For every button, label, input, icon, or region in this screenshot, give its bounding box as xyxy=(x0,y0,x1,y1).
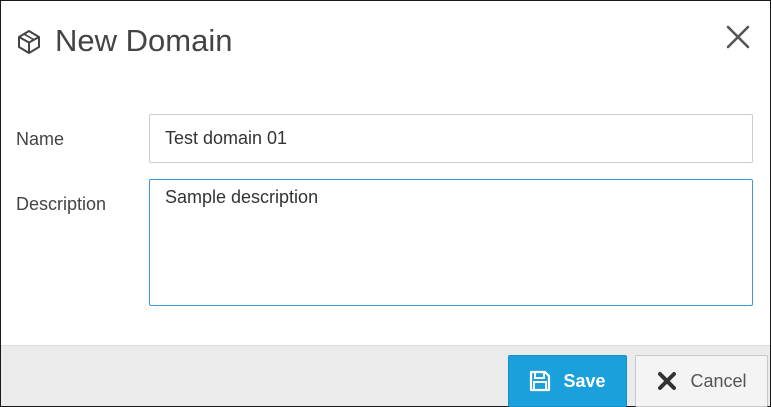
cancel-button[interactable]: Cancel xyxy=(635,355,768,407)
x-icon xyxy=(656,370,678,392)
save-button[interactable]: Save xyxy=(508,355,627,407)
new-domain-dialog: New Domain Name Description Sample descr… xyxy=(0,0,771,407)
close-button[interactable] xyxy=(722,21,754,53)
dialog-footer: Save Cancel xyxy=(1,345,770,407)
description-label: Description xyxy=(16,194,107,214)
floppy-disk-icon xyxy=(529,370,551,392)
dialog-title: New Domain xyxy=(55,23,233,58)
domain-cube-icon xyxy=(16,29,42,55)
name-label: Name xyxy=(16,129,65,149)
description-textarea[interactable]: Sample description xyxy=(149,179,753,306)
save-label: Save xyxy=(563,370,606,391)
close-icon xyxy=(722,25,754,57)
name-input[interactable] xyxy=(149,114,753,163)
cancel-label: Cancel xyxy=(690,370,747,391)
dialog-header: New Domain xyxy=(1,1,770,85)
